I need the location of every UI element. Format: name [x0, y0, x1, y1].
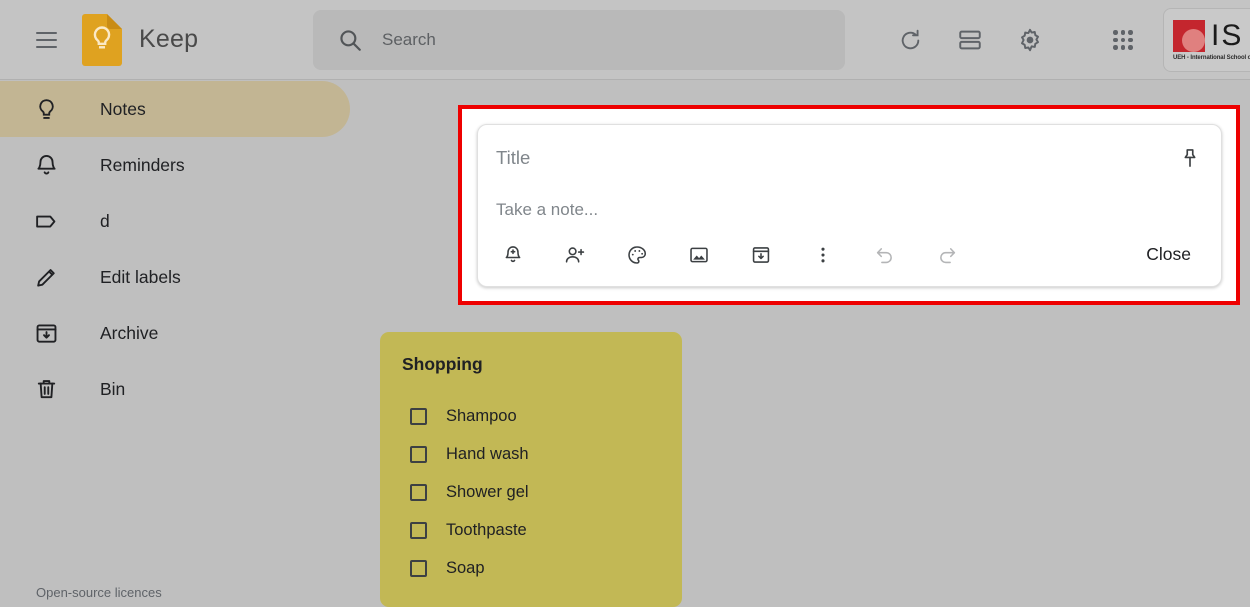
undo-icon: [868, 238, 902, 272]
pin-icon[interactable]: [1173, 141, 1207, 175]
reminder-bell-plus-icon[interactable]: [496, 238, 530, 272]
note-body-input[interactable]: Take a note...: [496, 200, 1203, 220]
sidebar-item-reminders[interactable]: Reminders: [0, 137, 350, 193]
avatar-letters: IS: [1211, 19, 1244, 52]
note-editor-highlight: Title Take a note... Close: [458, 105, 1240, 305]
sidebar-label: d: [100, 210, 110, 231]
checklist-item[interactable]: Shampoo: [402, 397, 660, 435]
note-title-input[interactable]: Title: [496, 147, 530, 169]
sidebar-label: Bin: [100, 378, 126, 399]
brand[interactable]: Keep: [82, 13, 199, 66]
apps-grid-icon[interactable]: [1100, 17, 1146, 63]
checkbox-icon[interactable]: [410, 445, 427, 463]
gear-icon[interactable]: [1007, 17, 1053, 63]
note-editor[interactable]: Title Take a note... Close: [477, 124, 1222, 287]
search-bar[interactable]: Search: [313, 10, 845, 70]
checkbox-icon[interactable]: [410, 407, 427, 425]
checklist-label: Hand wash: [446, 444, 529, 463]
account-avatar[interactable]: IS UEH - International School of B: [1163, 8, 1250, 72]
checkbox-icon[interactable]: [410, 521, 427, 539]
checkbox-icon[interactable]: [410, 483, 427, 501]
refresh-icon[interactable]: [887, 17, 933, 63]
note-card-shopping[interactable]: Shopping Shampoo Hand wash Shower gel To…: [380, 332, 682, 607]
sidebar-label: Edit labels: [100, 266, 181, 287]
sidebar-item-notes[interactable]: Notes: [0, 81, 350, 137]
apps-dots: [1113, 30, 1133, 50]
redo-icon: [930, 238, 964, 272]
sidebar-item-bin[interactable]: Bin: [0, 361, 350, 417]
list-view-icon[interactable]: [947, 17, 993, 63]
label-tag-icon: [33, 208, 59, 234]
checklist-item[interactable]: Soap: [402, 549, 660, 587]
hamburger-bar: [35, 31, 57, 34]
sidebar-label: Notes: [100, 98, 146, 119]
checklist-label: Shampoo: [446, 406, 517, 425]
search-icon: [340, 30, 361, 51]
sidebar: Notes Reminders d Edit labels Archive Bi…: [0, 81, 350, 607]
app-header: Keep Search IS UEH - International Schoo…: [0, 0, 1250, 80]
checklist-label: Shower gel: [446, 482, 529, 501]
note-title-row: Title: [496, 125, 1203, 175]
hamburger-bar: [35, 38, 57, 41]
lightbulb-icon: [33, 96, 59, 122]
sidebar-label: Archive: [100, 322, 159, 343]
archive-icon[interactable]: [744, 238, 778, 272]
image-icon[interactable]: [682, 238, 716, 272]
app-title: Keep: [139, 25, 199, 53]
checklist-label: Toothpaste: [446, 520, 527, 539]
avatar-logo: IS: [1173, 19, 1243, 53]
sidebar-item-edit-labels[interactable]: Edit labels: [0, 249, 350, 305]
open-source-licences-link[interactable]: Open-source licences: [36, 585, 162, 600]
hamburger-menu-icon[interactable]: [22, 16, 70, 64]
checklist-item[interactable]: Hand wash: [402, 435, 660, 473]
avatar-subtitle: UEH - International School of B: [1173, 55, 1250, 61]
checklist-item[interactable]: Shower gel: [402, 473, 660, 511]
trash-icon: [33, 376, 59, 402]
keep-logo-icon: [82, 13, 122, 66]
close-button[interactable]: Close: [1134, 236, 1203, 273]
archive-icon: [33, 320, 59, 346]
avatar-mark-icon: [1173, 20, 1205, 52]
more-vert-icon[interactable]: [806, 238, 840, 272]
search-input[interactable]: Search: [382, 30, 436, 50]
bell-icon: [33, 152, 59, 178]
sidebar-label: Reminders: [100, 154, 185, 175]
checklist-label: Soap: [446, 558, 485, 577]
pencil-icon: [33, 264, 59, 290]
checkbox-icon[interactable]: [410, 559, 427, 577]
person-add-icon[interactable]: [558, 238, 592, 272]
sidebar-item-label-d[interactable]: d: [0, 193, 350, 249]
note-card-title: Shopping: [402, 354, 483, 374]
hamburger-bar: [35, 45, 57, 48]
note-toolbar: Close: [496, 236, 1203, 273]
sidebar-item-archive[interactable]: Archive: [0, 305, 350, 361]
palette-icon[interactable]: [620, 238, 654, 272]
checklist-item[interactable]: Toothpaste: [402, 511, 660, 549]
